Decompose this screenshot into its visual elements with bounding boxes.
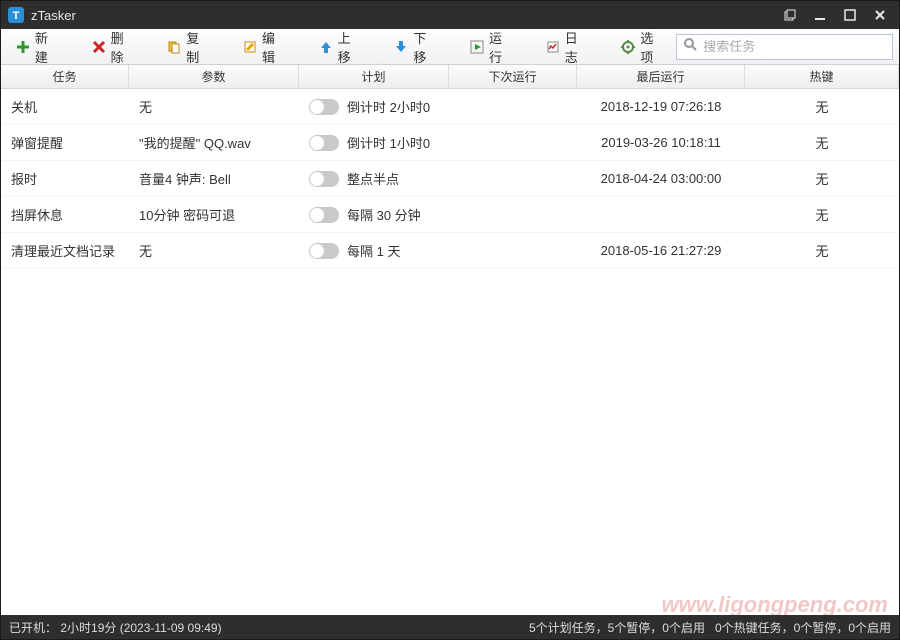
cell-hotkey: 无 bbox=[745, 97, 899, 116]
cell-param: 无 bbox=[129, 97, 299, 116]
log-icon bbox=[545, 39, 561, 55]
table-row[interactable]: 报时音量4 钟声: Bell 整点半点 2018-04-24 03:00:00无 bbox=[1, 161, 899, 197]
maximize-button[interactable] bbox=[835, 1, 865, 29]
copy-label: 复制 bbox=[186, 28, 212, 66]
run-icon bbox=[469, 39, 485, 55]
col-header-last[interactable]: 最后运行 bbox=[577, 65, 745, 88]
enable-toggle[interactable] bbox=[309, 243, 339, 259]
cell-plan: 倒计时 2小时0 bbox=[347, 97, 430, 116]
movedown-button[interactable]: 下移 bbox=[385, 34, 447, 60]
enable-toggle[interactable] bbox=[309, 171, 339, 187]
cell-task: 弹窗提醒 bbox=[1, 133, 129, 152]
search-icon bbox=[683, 37, 697, 56]
restore-window-button[interactable] bbox=[775, 1, 805, 29]
cell-task: 报时 bbox=[1, 169, 129, 188]
delete-icon bbox=[91, 39, 107, 55]
gear-icon bbox=[621, 39, 637, 55]
search-input[interactable] bbox=[703, 39, 886, 54]
cell-param: 无 bbox=[129, 241, 299, 260]
delete-label: 删除 bbox=[111, 28, 137, 66]
status-hotkey-summary: 0个热键任务，0个暂停，0个启用 bbox=[715, 619, 891, 636]
status-plan-summary: 5个计划任务，5个暂停，0个启用 bbox=[529, 619, 705, 636]
run-label: 运行 bbox=[489, 28, 515, 66]
cell-task: 关机 bbox=[1, 97, 129, 116]
svg-text:T: T bbox=[13, 10, 20, 22]
options-button[interactable]: 选项 bbox=[613, 34, 675, 60]
table-row[interactable]: 清理最近文档记录无每隔 1 天2018-05-16 21:27:29无 bbox=[1, 233, 899, 269]
log-label: 日志 bbox=[565, 28, 591, 66]
moveup-label: 上移 bbox=[338, 28, 364, 66]
new-button[interactable]: 新建 bbox=[7, 34, 69, 60]
minimize-button[interactable] bbox=[805, 1, 835, 29]
col-header-hotkey[interactable]: 热键 bbox=[745, 65, 899, 88]
cell-last: 2018-12-19 07:26:18 bbox=[577, 99, 745, 114]
status-bar: 已开机： 2小时19分 (2023-11-09 09:49) 5个计划任务，5个… bbox=[1, 615, 899, 639]
movedown-label: 下移 bbox=[413, 28, 439, 66]
arrow-down-icon bbox=[393, 39, 409, 55]
enable-toggle[interactable] bbox=[309, 207, 339, 223]
table-row[interactable]: 关机无倒计时 2小时02018-12-19 07:26:18无 bbox=[1, 89, 899, 125]
search-box[interactable] bbox=[676, 34, 893, 60]
moveup-button[interactable]: 上移 bbox=[310, 34, 372, 60]
cell-plan: 每隔 30 分钟 bbox=[347, 205, 421, 224]
log-button[interactable]: 日志 bbox=[537, 34, 599, 60]
cell-hotkey: 无 bbox=[745, 133, 899, 152]
table-row[interactable]: 弹窗提醒"我的提醒" QQ.wav 倒计时 1小时0 2019-03-26 10:1… bbox=[1, 125, 899, 161]
run-button[interactable]: 运行 bbox=[461, 34, 523, 60]
close-button[interactable] bbox=[865, 1, 895, 29]
col-header-plan[interactable]: 计划 bbox=[299, 65, 449, 88]
column-header-row: 任务 参数 计划 下次运行 最后运行 热键 bbox=[1, 65, 899, 89]
cell-param: "我的提醒" QQ.wav bbox=[129, 133, 299, 152]
cell-param: 10分钟 密码可退 bbox=[129, 205, 299, 224]
cell-task: 清理最近文档记录 bbox=[1, 241, 129, 260]
table-row[interactable]: 挡屏休息10分钟 密码可退 每隔 30 分钟 无 bbox=[1, 197, 899, 233]
window-title: zTasker bbox=[31, 8, 76, 23]
col-header-param[interactable]: 参数 bbox=[129, 65, 299, 88]
cell-plan: 倒计时 1小时0 bbox=[347, 133, 430, 152]
enable-toggle[interactable] bbox=[309, 99, 339, 115]
delete-button[interactable]: 删除 bbox=[83, 34, 145, 60]
cell-plan: 每隔 1 天 bbox=[347, 241, 400, 260]
copy-icon bbox=[166, 39, 182, 55]
col-header-next[interactable]: 下次运行 bbox=[449, 65, 577, 88]
cell-param: 音量4 钟声: Bell bbox=[129, 169, 299, 188]
cell-plan: 整点半点 bbox=[347, 169, 399, 188]
cell-last: 2018-05-16 21:27:29 bbox=[577, 243, 745, 258]
cell-task: 挡屏休息 bbox=[1, 205, 129, 224]
plus-icon bbox=[15, 39, 31, 55]
cell-hotkey: 无 bbox=[745, 241, 899, 260]
toolbar: 新建 删除 复制 编辑 上移 下移 运行 日志 选项 bbox=[1, 29, 899, 65]
uptime-value: 2小时19分 (2023-11-09 09:49) bbox=[60, 621, 221, 635]
enable-toggle[interactable] bbox=[309, 135, 339, 151]
cell-last: 2019-03-26 10:18:11 bbox=[577, 135, 745, 150]
edit-button[interactable]: 编辑 bbox=[234, 34, 296, 60]
edit-label: 编辑 bbox=[262, 28, 288, 66]
new-label: 新建 bbox=[35, 28, 61, 66]
arrow-up-icon bbox=[318, 39, 334, 55]
copy-button[interactable]: 复制 bbox=[158, 34, 220, 60]
cell-last: 2018-04-24 03:00:00 bbox=[577, 171, 745, 186]
task-list: 关机无倒计时 2小时02018-12-19 07:26:18无弹窗提醒"我的提醒… bbox=[1, 89, 899, 615]
options-label: 选项 bbox=[640, 28, 666, 66]
edit-icon bbox=[242, 39, 258, 55]
uptime-label: 已开机： bbox=[9, 621, 57, 635]
col-header-task[interactable]: 任务 bbox=[1, 65, 129, 88]
cell-hotkey: 无 bbox=[745, 205, 899, 224]
app-icon: T bbox=[7, 6, 25, 24]
title-bar: T zTasker bbox=[1, 1, 899, 29]
cell-hotkey: 无 bbox=[745, 169, 899, 188]
